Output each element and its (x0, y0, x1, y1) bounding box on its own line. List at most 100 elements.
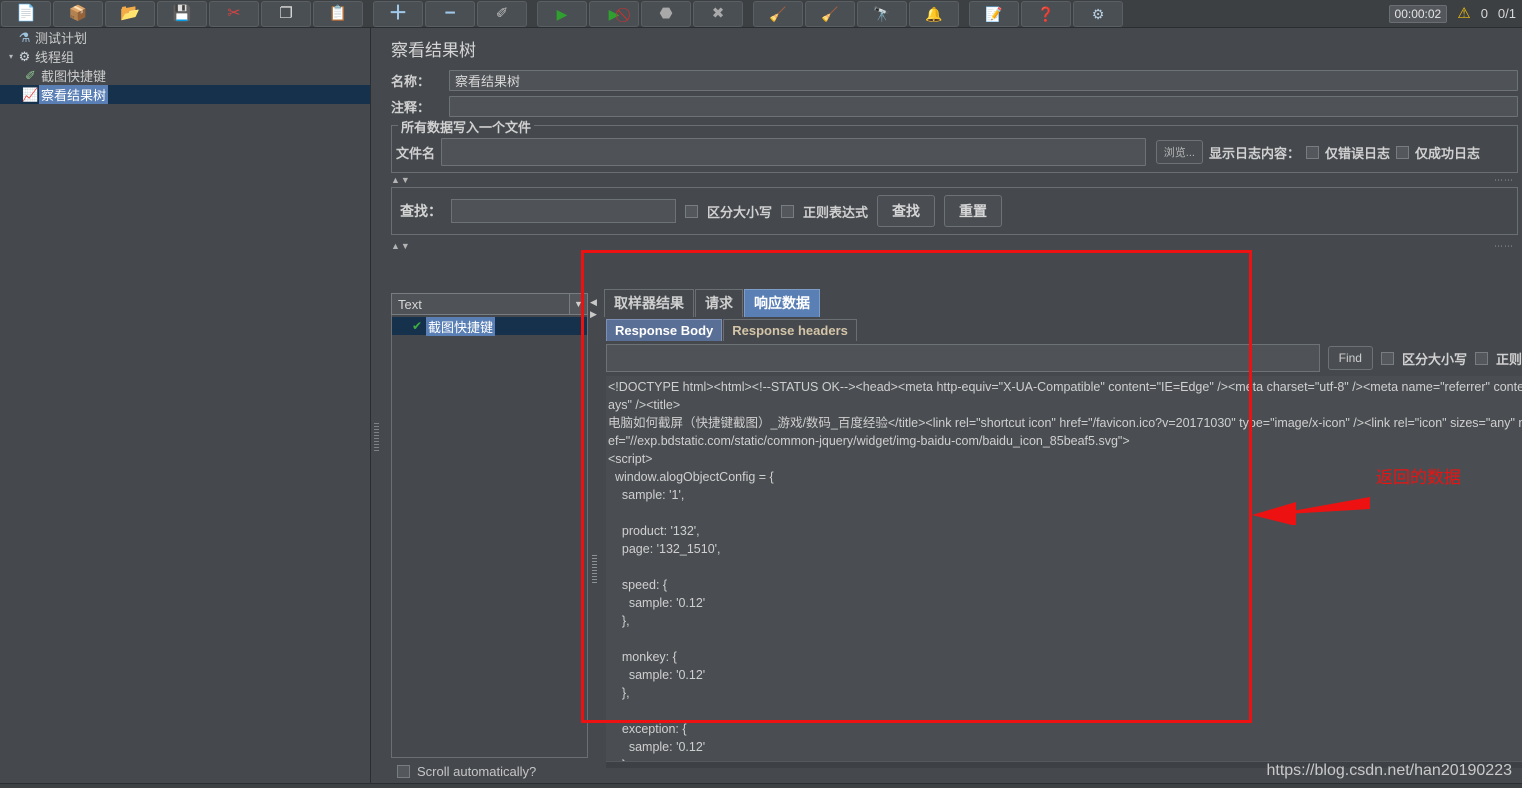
copy-button[interactable]: ❐ (261, 0, 311, 27)
splitter-grip-2[interactable] (592, 555, 597, 583)
question-book-icon: ❓ (1037, 5, 1055, 22)
response-find-button[interactable]: Find (1327, 346, 1373, 370)
chevron-down-icon[interactable]: ▾ (6, 52, 16, 61)
response-find-input[interactable] (606, 344, 1320, 372)
toggle-pencil-icon: ✐ (495, 5, 509, 22)
collapse-up-icon-2[interactable]: ▲ (391, 241, 400, 251)
cut-button[interactable]: ✂ (209, 0, 259, 27)
new-file-button[interactable]: 📄 (1, 0, 51, 27)
response-sub-tabs: Response Body Response headers (602, 319, 1522, 341)
comment-input[interactable] (449, 95, 1518, 117)
response-body-view[interactable]: <!DOCTYPE html><html><!--STATUS OK--><he… (606, 376, 1522, 768)
toggle-button[interactable]: ✐ (477, 0, 527, 27)
search-button[interactable]: 🔭 (857, 0, 907, 27)
clear-button[interactable]: 🧹 (753, 0, 803, 27)
subtab-response-headers[interactable]: Response headers (723, 319, 857, 341)
status-bar (0, 783, 1522, 788)
templates-button[interactable]: 📦 (53, 0, 103, 27)
warning-triangle-icon[interactable]: ⚠ (1457, 6, 1470, 21)
collapse-down-icon[interactable]: ▼ (401, 175, 410, 185)
clear-broom-icon: 🧹 (769, 5, 787, 22)
start-no-pauses-button[interactable]: ▶⃠ (589, 0, 639, 27)
detail-tabs: 取样器结果 请求 响应数据 (602, 289, 1522, 317)
active-thread-count: 0/1 (1497, 6, 1516, 21)
splitter-collapse-right-icon[interactable]: ▶ (590, 309, 597, 320)
resize-dots-1[interactable]: ⋯⋯ (1494, 175, 1514, 186)
success-only-label[interactable]: 仅成功日志 (1415, 143, 1480, 162)
start-button[interactable]: ▶ (537, 0, 587, 27)
success-only-checkbox[interactable] (1395, 145, 1409, 159)
response-regex-checkbox[interactable] (1474, 351, 1488, 365)
templates-icon: 📦 (68, 5, 88, 22)
shutdown-x-icon: ✖ (711, 5, 725, 22)
tab-response-data[interactable]: 响应数据 (744, 289, 820, 317)
collapse-button[interactable]: − (425, 0, 475, 27)
tab-sampler-result[interactable]: 取样器结果 (604, 289, 694, 317)
resize-dots-2[interactable]: ⋯⋯ (1494, 241, 1514, 252)
response-case-sensitive-label[interactable]: 区分大小写 (1402, 349, 1467, 368)
tree-main-splitter[interactable] (371, 28, 383, 788)
errors-only-checkbox[interactable] (1305, 145, 1319, 159)
results-area: Text ▼ ✔ 截图快捷键 Scroll automatically? ◀ ▶ (391, 289, 1522, 788)
search-case-sensitive-label[interactable]: 区分大小写 (707, 202, 772, 221)
collapse-strip-1: ▲ ▼ ⋯⋯ (383, 173, 1522, 187)
view-selector-dropdown[interactable]: Text ▼ (391, 293, 588, 315)
main-toolbar: 📄 📦 📂 💾 ✂ ❐ 📋 ＋ − ✐ ▶ ▶⃠ ⬣ ✖ 🧹 🧹 🔭 🔔 (0, 0, 1522, 28)
shutdown-button[interactable]: ✖ (693, 0, 743, 27)
paste-button[interactable]: 📋 (313, 0, 363, 27)
scroll-automatically-checkbox[interactable] (397, 764, 410, 778)
help-button[interactable]: ❓ (1021, 0, 1071, 27)
save-disk-icon: 💾 (172, 5, 192, 22)
search-regex-checkbox[interactable] (781, 204, 795, 218)
open-button[interactable]: 📂 (105, 0, 155, 27)
errors-only-label[interactable]: 仅错误日志 (1325, 143, 1390, 162)
tree-item-label: 截图快捷键 (41, 69, 107, 84)
response-regex-label[interactable]: 正则 (1496, 349, 1522, 368)
test-plan-icon: ⚗ (18, 29, 31, 45)
tools-icon: ⚙ (1091, 5, 1105, 22)
paste-icon: 📋 (328, 5, 348, 22)
sampler-result-row[interactable]: ✔ 截图快捷键 (392, 316, 587, 336)
tab-request[interactable]: 请求 (695, 289, 743, 317)
reset-search-button[interactable]: 🔔 (909, 0, 959, 27)
notes-icon: 📝 (985, 5, 1003, 22)
minus-icon: − (444, 3, 456, 24)
save-button[interactable]: 💾 (157, 0, 207, 27)
undo-redo-button[interactable]: ⚙ (1073, 0, 1123, 27)
tree-item-view-results-tree[interactable]: 📈 察看结果树 (0, 85, 370, 104)
search-case-sensitive-checkbox[interactable] (685, 204, 698, 218)
stop-button[interactable]: ⬣ (641, 0, 691, 27)
search-find-button[interactable]: 查找 (877, 195, 936, 227)
tree-item-label: 线程组 (35, 50, 75, 65)
subtab-response-body[interactable]: Response Body (606, 319, 723, 341)
expand-button[interactable]: ＋ (373, 0, 423, 27)
results-detail-splitter[interactable]: ◀ ▶ (588, 293, 602, 782)
tree-item-thread-group[interactable]: ▾ ⚙ 线程组 (0, 47, 370, 66)
tree-item-test-plan[interactable]: ⚗ 测试计划 (0, 28, 370, 47)
filename-label: 文件名 (396, 145, 436, 161)
view-selector-value: Text (398, 296, 422, 312)
name-input[interactable] (449, 69, 1518, 91)
chevron-down-icon[interactable]: ▼ (569, 294, 587, 314)
splitter-grip[interactable] (374, 423, 379, 453)
view-results-tree-panel: 察看结果树 名称： 注释： 所有数据写入一个文件 文件名 浏览... 显示日志内… (383, 28, 1522, 788)
search-input[interactable] (451, 199, 676, 223)
clear-all-button[interactable]: 🧹 (805, 0, 855, 27)
tree-item-http-sampler[interactable]: ✐ 截图快捷键 (0, 66, 370, 85)
page-title: 察看结果树 (391, 41, 476, 60)
write-all-data-group: 所有数据写入一个文件 文件名 浏览... 显示日志内容： 仅错误日志 仅成功日志… (391, 117, 1518, 173)
function-helper-button[interactable]: 📝 (969, 0, 1019, 27)
thread-group-icon: ⚙ (18, 48, 31, 64)
filename-input[interactable] (441, 138, 1146, 166)
browse-button[interactable]: 浏览... (1155, 140, 1203, 164)
comment-row: 注释： (383, 93, 1522, 119)
collapse-down-icon-2[interactable]: ▼ (401, 241, 410, 251)
tree-item-label: 测试计划 (35, 31, 88, 46)
collapse-up-icon[interactable]: ▲ (391, 175, 400, 185)
search-regex-label[interactable]: 正则表达式 (803, 202, 868, 221)
scroll-automatically-label[interactable]: Scroll automatically? (417, 764, 536, 779)
search-reset-button[interactable]: 重置 (944, 195, 1003, 227)
toolbar-edit-group: ＋ − ✐ (372, 0, 528, 27)
splitter-collapse-left-icon[interactable]: ◀ (590, 297, 597, 308)
response-case-sensitive-checkbox[interactable] (1380, 351, 1394, 365)
